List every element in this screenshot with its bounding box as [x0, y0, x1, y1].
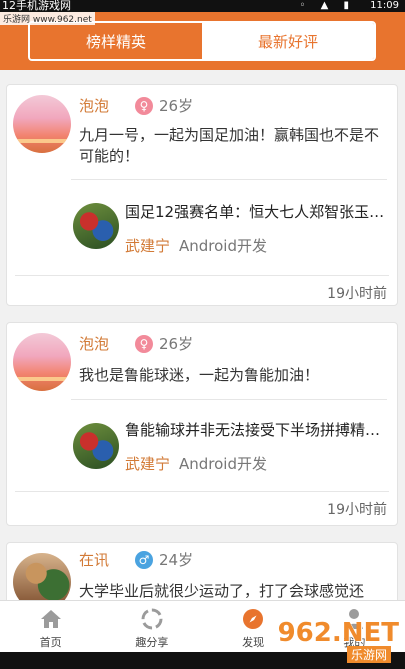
article-author-role: Android开发	[179, 455, 267, 473]
age: 26岁	[159, 97, 194, 115]
female-icon: ♀	[135, 97, 153, 115]
username[interactable]: 在讯	[79, 549, 109, 570]
post-card[interactable]: 泡泡 ♀ 26岁 九月一号，一起为国足加油！赢韩国也不是不可能的！ 国足12强赛…	[6, 84, 398, 306]
username[interactable]: 泡泡	[79, 95, 109, 116]
avatar[interactable]	[13, 95, 71, 153]
age: 26岁	[159, 335, 194, 353]
article-author-role: Android开发	[179, 237, 267, 255]
female-icon: ♀	[135, 335, 153, 353]
avatar[interactable]	[13, 333, 71, 391]
divider	[71, 399, 387, 400]
article-author[interactable]: 武建宁	[125, 453, 170, 474]
article-title[interactable]: 鲁能输球并非无法接受下半场拼搏精神…	[125, 419, 393, 440]
status-time: 11:09	[370, 0, 399, 11]
nav-home[interactable]: 首页	[0, 601, 101, 652]
article-author[interactable]: 武建宁	[125, 235, 170, 256]
username[interactable]: 泡泡	[79, 333, 109, 354]
watermark-logo-sub: 乐游网	[346, 646, 391, 663]
male-icon: ♂	[135, 551, 153, 569]
article-thumbnail[interactable]	[73, 423, 119, 469]
status-bar: 12手机游戏网 ◦ ▲ ▮ 11:09	[0, 0, 405, 12]
system-nav-bar	[0, 652, 405, 669]
avatar[interactable]	[13, 553, 71, 600]
feed[interactable]: 泡泡 ♀ 26岁 九月一号，一起为国足加油！赢韩国也不是不可能的！ 国足12强赛…	[0, 70, 405, 600]
nav-label: 发现	[242, 636, 265, 649]
watermark-site: 乐游网 www.962.net	[0, 12, 95, 25]
tab-role-models[interactable]: 榜样精英	[30, 23, 202, 59]
divider	[71, 179, 387, 180]
compass-icon	[241, 607, 265, 631]
nav-label: 首页	[39, 636, 62, 649]
timestamp: 19小时前	[327, 286, 387, 302]
post-card[interactable]: 在讯 ♂ 24岁 大学毕业后就很少运动了，打了会球感觉还	[6, 542, 398, 600]
home-icon	[39, 607, 63, 631]
post-card[interactable]: 泡泡 ♀ 26岁 我也是鲁能球迷，一起为鲁能加油！ 鲁能输球并非无法接受下半场拼…	[6, 322, 398, 526]
article-thumbnail[interactable]	[73, 203, 119, 249]
divider	[15, 275, 389, 276]
age: 24岁	[159, 551, 194, 569]
article-title[interactable]: 国足12强赛名单：恒大七人郑智张玉宁…	[125, 201, 393, 222]
timestamp: 19小时前	[327, 502, 387, 518]
tab-latest-reviews[interactable]: 最新好评	[202, 23, 374, 59]
watermark-logo: 962.NET	[277, 618, 399, 648]
divider	[15, 491, 389, 492]
watermark-text: 12手机游戏网	[2, 0, 71, 12]
post-text: 我也是鲁能球迷，一起为鲁能加油！	[79, 366, 320, 384]
nav-share[interactable]: 趣分享	[101, 601, 202, 652]
post-text: 大学毕业后就很少运动了，打了会球感觉还	[79, 582, 365, 600]
nav-label: 趣分享	[135, 636, 169, 649]
share-icon	[140, 607, 164, 631]
post-text: 九月一号，一起为国足加油！赢韩国也不是不可能的！	[79, 126, 380, 165]
tab-switcher: 榜样精英 最新好评	[28, 21, 376, 61]
status-icons: ◦ ▲ ▮	[299, 0, 355, 11]
